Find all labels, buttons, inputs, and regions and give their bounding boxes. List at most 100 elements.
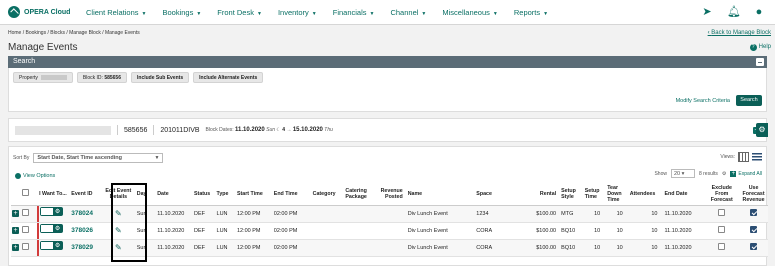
row-checkbox[interactable] [22, 209, 30, 216]
view-options-link[interactable]: View Options [15, 173, 55, 179]
col-name[interactable]: Name [403, 183, 476, 206]
i-want-to-button[interactable]: ⚙ [40, 240, 64, 250]
user-icon[interactable]: ● [753, 6, 765, 18]
back-link-label: Back to Manage Block [711, 30, 771, 36]
page-title: Manage Events [8, 42, 78, 53]
menu-bookings[interactable]: Bookings ▼ [162, 8, 201, 17]
menu-inventory[interactable]: Inventory ▼ [278, 8, 317, 17]
main-menu: Client Relations ▼ Bookings ▼ Front Desk ▼ … [86, 8, 564, 17]
row-checkbox[interactable] [22, 226, 30, 233]
col-start-time[interactable]: Start Time [235, 183, 273, 206]
cell-start-time: 12:00 PM [235, 222, 273, 240]
cell-end-time: 02:00 PM [272, 239, 312, 257]
use-forecast-checkbox[interactable] [750, 243, 758, 250]
col-event-id[interactable]: Event ID [70, 183, 101, 206]
col-day[interactable]: Day [135, 183, 157, 206]
i-want-to-button[interactable]: ⚙ [40, 223, 64, 233]
include-alternate-events-chip[interactable]: Include Alternate Events [193, 72, 264, 83]
cell-start-time: 12:00 PM [235, 205, 273, 223]
edit-pencil-icon[interactable]: ✎ [115, 243, 122, 252]
menu-miscellaneous[interactable]: Miscellaneous ▼ [442, 8, 497, 17]
help-icon: ? [749, 44, 757, 51]
expand-cell: + [11, 205, 22, 223]
block-id: 585656 [124, 126, 148, 134]
menu-label: Miscellaneous [442, 7, 490, 17]
col-category[interactable]: Category [311, 183, 345, 206]
col-tear-down-time[interactable]: Tear Down Time [606, 183, 629, 206]
col-setup-style[interactable]: Setup Style [557, 183, 584, 206]
use-forecast-checkbox[interactable] [750, 209, 758, 216]
event-id-link[interactable]: 378029 [71, 244, 93, 251]
exclude-forecast-checkbox[interactable] [718, 243, 726, 250]
col-status[interactable]: Status [193, 183, 216, 206]
cell-teardown-time: 10 [606, 239, 629, 257]
col-end-time[interactable]: End Time [272, 183, 312, 206]
opera-cloud-logo[interactable]: OPERA Cloud [8, 6, 76, 18]
cell-start-time: 12:00 PM [235, 239, 273, 257]
col-attendees[interactable]: Attendees [628, 183, 664, 206]
exclude-forecast-checkbox[interactable] [718, 209, 726, 216]
menu-channel[interactable]: Channel ▼ [390, 8, 426, 17]
edit-pencil-icon[interactable]: ✎ [115, 226, 122, 235]
table-row[interactable]: + ⚙ 378026 ✎ Sun 11.10.2020 DEF LUN 12:0… [11, 222, 768, 240]
menu-front-desk[interactable]: Front Desk ▼ [217, 8, 262, 17]
table-row[interactable]: + ⚙ 378029 ✎ Sun 11.10.2020 DEF LUN 12:0… [11, 239, 768, 257]
col-end-date[interactable]: End Date [663, 183, 705, 206]
i-want-to-button[interactable]: ⚙ [40, 206, 64, 216]
search-button[interactable]: Search [736, 95, 762, 106]
breadcrumb[interactable]: Home / Bookings / Blocks / Manage Block … [8, 30, 140, 36]
col-exclude-from-forecast[interactable]: Exclude From Forecast [704, 183, 740, 206]
col-setup-time[interactable]: Setup Time [583, 183, 607, 206]
event-id-link[interactable]: 378024 [71, 210, 93, 217]
col-date[interactable]: Date [156, 183, 194, 206]
expand-all-link[interactable]: Expand All [730, 171, 762, 177]
col-use-forecast-revenue[interactable]: Use Forecast Revenue [739, 183, 768, 206]
sort-by-value: Start Date, Start Time ascending [37, 155, 122, 161]
col-space[interactable]: Space [475, 183, 533, 206]
block-id-filter-chip[interactable]: Block ID: 585656 [76, 72, 127, 83]
chevron-down-icon: ▼ [543, 10, 549, 17]
gear-icon[interactable]: ⚙ [756, 123, 768, 137]
cell-setup-style: BQ10 [557, 239, 584, 257]
status-indicator [36, 205, 39, 222]
expand-row-icon[interactable]: + [12, 210, 19, 217]
property-filter-chip[interactable]: Property [13, 72, 73, 83]
events-table: I Want To... Event ID Edit Event Details… [11, 183, 768, 257]
col-rental[interactable]: Rental [532, 183, 558, 206]
edit-pencil-icon[interactable]: ✎ [115, 209, 122, 218]
menu-financials[interactable]: Financials ▼ [333, 8, 375, 17]
bell-icon[interactable]: 🔔︎ [727, 6, 741, 18]
modify-search-criteria-link[interactable]: Modify Search Criteria [676, 98, 730, 104]
cell-type: LUN [215, 222, 236, 240]
sort-by-select[interactable]: Start Date, Start Time ascending ▼ [33, 153, 164, 163]
menu-reports[interactable]: Reports ▼ [514, 8, 548, 17]
col-revenue-posted[interactable]: Revenue Posted [377, 183, 404, 206]
table-view-icon[interactable] [738, 152, 749, 162]
i-want-to-label [41, 241, 54, 249]
row-checkbox[interactable] [22, 243, 30, 250]
include-sub-events-chip[interactable]: Include Sub Events [131, 72, 190, 83]
cell-day: Sun [135, 222, 157, 240]
show-count-select[interactable]: 20 ▾ [670, 169, 695, 178]
select-all-checkbox[interactable] [22, 189, 30, 197]
cell-space: CORA [475, 239, 533, 257]
col-type[interactable]: Type [215, 183, 236, 206]
rocket-icon[interactable]: ➤ [701, 6, 713, 18]
back-to-manage-block-link[interactable]: ‹ Back to Manage Block [708, 30, 771, 36]
menu-label: Channel [390, 7, 419, 17]
settings-icon[interactable]: ⚙ [722, 171, 726, 177]
col-catering-package[interactable]: Catering Package [344, 183, 378, 206]
table-row[interactable]: + ⚙ 378024 ✎ Sun 11.10.2020 DEF LUN 12:0… [11, 205, 768, 223]
block-code: 201011DIVB [160, 126, 200, 134]
help-link[interactable]: ? Help [749, 44, 771, 51]
event-id-link[interactable]: 378026 [71, 227, 93, 234]
expand-row-icon[interactable]: + [12, 244, 19, 251]
list-view-icon[interactable] [752, 152, 762, 162]
cell-end-date: 11.10.2020 [663, 205, 705, 223]
use-forecast-checkbox[interactable] [750, 226, 758, 233]
exclude-forecast-checkbox[interactable] [718, 226, 726, 233]
collapse-icon[interactable] [756, 58, 764, 66]
menu-client-relations[interactable]: Client Relations ▼ [86, 8, 146, 17]
expand-row-icon[interactable]: + [12, 227, 19, 234]
cell-status: DEF [193, 222, 216, 240]
